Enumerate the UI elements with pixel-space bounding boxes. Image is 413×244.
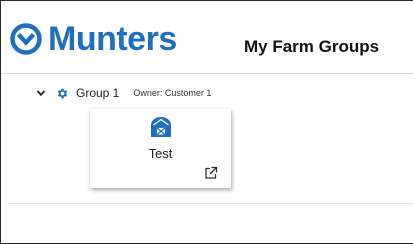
group-owner: Owner: Customer 1 [133, 88, 212, 98]
page-title: My Farm Groups [244, 37, 380, 56]
brand-name: Munters [48, 20, 177, 58]
external-link-icon[interactable] [204, 166, 218, 180]
barn-icon [151, 117, 171, 137]
gear-icon[interactable] [56, 87, 69, 100]
munters-logo-icon [10, 23, 42, 55]
brand-logo: Munters [10, 20, 177, 58]
group-row: Group 1 Owner: Customer 1 [36, 85, 211, 101]
header: Munters My Farm Groups [1, 1, 413, 74]
divider [9, 203, 413, 204]
farm-name: Test [148, 146, 173, 161]
group-name[interactable]: Group 1 [76, 86, 119, 100]
chevron-down-icon[interactable] [36, 88, 46, 98]
app-window: Munters My Farm Groups Group 1 Owner: Cu… [0, 0, 413, 244]
farm-card[interactable]: Test [90, 109, 231, 188]
